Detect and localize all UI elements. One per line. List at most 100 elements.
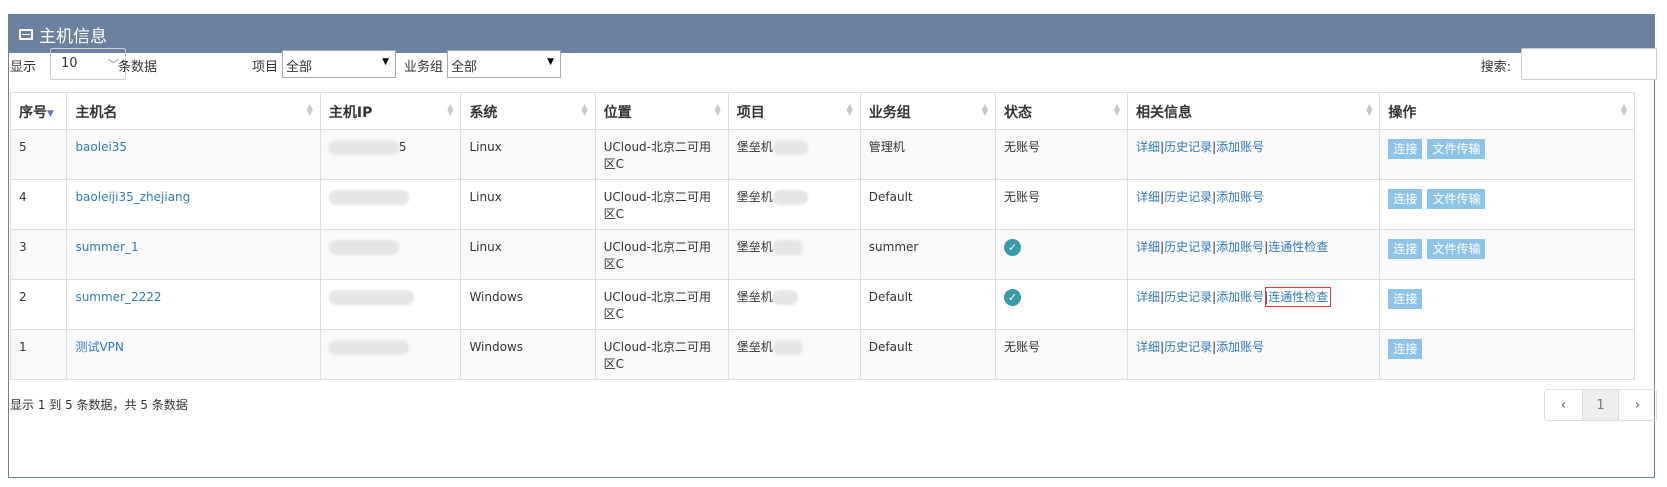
table-header-row: 序号 ▼ 主机名 ▲ ▼ 主机IP ▲ ▼ 系统 ▲ ▼ 位置 ▲ ▼ 项目 ▲ ▼ 业务组 ▲ ▼ 状态… — [9, 92, 1635, 130]
row-link[interactable]: 历史记录 — [1164, 240, 1212, 254]
search-input[interactable] — [1521, 48, 1657, 80]
location-line-2: 区C — [603, 307, 624, 321]
col-header-actions[interactable]: 操作 ▲ ▼ — [1379, 92, 1635, 130]
row-link[interactable]: 添加账号 — [1216, 140, 1264, 154]
row-link[interactable]: 详细 — [1136, 190, 1160, 204]
redacted-ip — [328, 140, 399, 155]
connect-button[interactable]: 连接 — [1388, 289, 1423, 309]
page-1-button[interactable]: 1 — [1582, 390, 1619, 420]
prev-page-button[interactable]: ‹ — [1545, 390, 1582, 420]
row-link[interactable]: 添加账号 — [1216, 340, 1264, 354]
cell-actions: 连接 文件传输 — [1379, 229, 1635, 280]
cell-group: Default — [859, 279, 997, 330]
cell-id: 5 — [9, 129, 68, 180]
file-transfer-button[interactable]: 文件传输 — [1427, 189, 1486, 209]
sort-icon: ▲ ▼ — [447, 102, 454, 117]
project-name: 堡垒机 — [736, 240, 773, 254]
hostname-link[interactable]: baoleiji35_zhejiang — [75, 190, 190, 204]
redacted-project — [772, 190, 808, 205]
cell-group: Default — [859, 329, 997, 380]
cell-ip — [319, 179, 462, 230]
col-header-location[interactable]: 位置 ▲ ▼ — [594, 92, 729, 130]
cell-status: 无账号 — [994, 179, 1129, 230]
cell-related-links: 详细|历史记录|添加账号 — [1127, 179, 1381, 230]
row-link[interactable]: 详细 — [1136, 290, 1160, 304]
hostname-link[interactable]: baolei35 — [75, 140, 127, 154]
col-header-ip[interactable]: 主机IP ▲ ▼ — [319, 92, 462, 130]
cell-os: Linux — [460, 179, 596, 230]
group-select[interactable]: 全部 ▼ — [447, 50, 561, 78]
hostname-link[interactable]: summer_1 — [75, 240, 138, 254]
hostname-link[interactable]: summer_2222 — [75, 290, 161, 304]
sort-icon: ▲ ▼ — [1366, 102, 1373, 117]
row-link[interactable]: 详细 — [1136, 340, 1160, 354]
row-link[interactable]: 添加账号 — [1216, 240, 1264, 254]
cell-related-links: 详细|历史记录|添加账号|连通性检查 — [1127, 229, 1381, 280]
cell-location: UCloud-北京二可用 区C — [594, 179, 729, 230]
connect-button[interactable]: 连接 — [1388, 139, 1423, 159]
cell-actions: 连接 文件传输 — [1379, 179, 1635, 230]
cell-status: 无账号 — [994, 329, 1129, 380]
col-header-related[interactable]: 相关信息 ▲ ▼ — [1127, 92, 1381, 130]
row-link[interactable]: 连通性检查 — [1265, 287, 1332, 307]
cell-actions: 连接 — [1379, 329, 1635, 380]
status-text: 无账号 — [1004, 190, 1041, 204]
cell-project: 堡垒机 — [727, 179, 861, 230]
redacted-ip — [328, 240, 399, 255]
table-toolbar: 显示 10 ﹀ 条数据 项目 全部 ▼ 业务组 全部 ▼ 搜索: — [10, 48, 1657, 80]
table-row: 1 测试VPN Windows UCloud-北京二可用 区C 堡垒机 Default 无账号… — [9, 329, 1635, 380]
cell-id: 1 — [9, 329, 68, 380]
col-header-status[interactable]: 状态 ▲ ▼ — [994, 92, 1129, 130]
table-row: 3 summer_1 Linux UCloud-北京二可用 区C 堡垒机 summer ✓ 详细… — [9, 229, 1635, 280]
col-header-group[interactable]: 业务组 ▲ ▼ — [859, 92, 997, 130]
row-link[interactable]: 历史记录 — [1164, 290, 1212, 304]
col-header-project[interactable]: 项目 ▲ ▼ — [727, 92, 861, 130]
cell-ip — [319, 279, 462, 330]
connect-button[interactable]: 连接 — [1388, 339, 1423, 359]
cell-group: 管理机 — [859, 129, 997, 180]
redacted-project — [772, 290, 798, 305]
row-link[interactable]: 详细 — [1136, 240, 1160, 254]
redacted-project — [772, 240, 803, 255]
col-header-id[interactable]: 序号 ▼ — [9, 92, 68, 130]
file-transfer-button[interactable]: 文件传输 — [1427, 139, 1486, 159]
connect-button[interactable]: 连接 — [1388, 239, 1423, 259]
table-row: 5 baolei35 5 Linux UCloud-北京二可用 区C 堡垒机 管理机 无账号 详细… — [9, 129, 1635, 180]
project-select[interactable]: 全部 ▼ — [282, 50, 396, 78]
cell-related-links: 详细|历史记录|添加账号 — [1127, 129, 1381, 180]
row-link[interactable]: 详细 — [1136, 140, 1160, 154]
cell-location: UCloud-北京二可用 区C — [594, 129, 729, 180]
row-link[interactable]: 历史记录 — [1164, 190, 1212, 204]
next-page-button[interactable]: › — [1619, 390, 1656, 420]
hostname-link[interactable]: 测试VPN — [75, 340, 123, 354]
connect-button[interactable]: 连接 — [1388, 189, 1423, 209]
location-line-1: UCloud-北京二可用 — [603, 290, 712, 304]
cell-actions: 连接 — [1379, 279, 1635, 330]
row-link[interactable]: 历史记录 — [1164, 140, 1212, 154]
location-line-1: UCloud-北京二可用 — [603, 240, 712, 254]
row-link[interactable]: 连通性检查 — [1268, 240, 1328, 254]
page-size-select[interactable]: 10 ﹀ — [50, 48, 126, 80]
location-line-2: 区C — [603, 257, 624, 271]
check-circle-icon: ✓ — [1004, 239, 1021, 256]
cell-location: UCloud-北京二可用 区C — [594, 279, 729, 330]
status-text: 无账号 — [1004, 140, 1041, 154]
cell-ip: 5 — [319, 129, 462, 180]
row-link[interactable]: 添加账号 — [1216, 290, 1264, 304]
project-label: 项目 — [252, 60, 279, 75]
ip-suffix: 5 — [398, 140, 407, 154]
col-header-hostname[interactable]: 主机名 ▲ ▼ — [66, 92, 321, 130]
location-line-1: UCloud-北京二可用 — [603, 190, 712, 204]
file-transfer-button[interactable]: 文件传输 — [1427, 239, 1486, 259]
project-name: 堡垒机 — [736, 190, 773, 204]
row-link[interactable]: 历史记录 — [1164, 340, 1212, 354]
row-link[interactable]: 添加账号 — [1216, 190, 1264, 204]
cell-group: summer — [859, 229, 997, 280]
table-info: 显示 1 到 5 条数据，共 5 条数据 — [10, 398, 188, 412]
col-header-os[interactable]: 系统 ▲ ▼ — [460, 92, 596, 130]
cell-group: Default — [859, 179, 997, 230]
cell-id: 3 — [9, 229, 68, 280]
location-line-2: 区C — [603, 207, 624, 221]
search-label: 搜索: — [1480, 60, 1511, 75]
page-size-value: 10 — [61, 56, 78, 71]
